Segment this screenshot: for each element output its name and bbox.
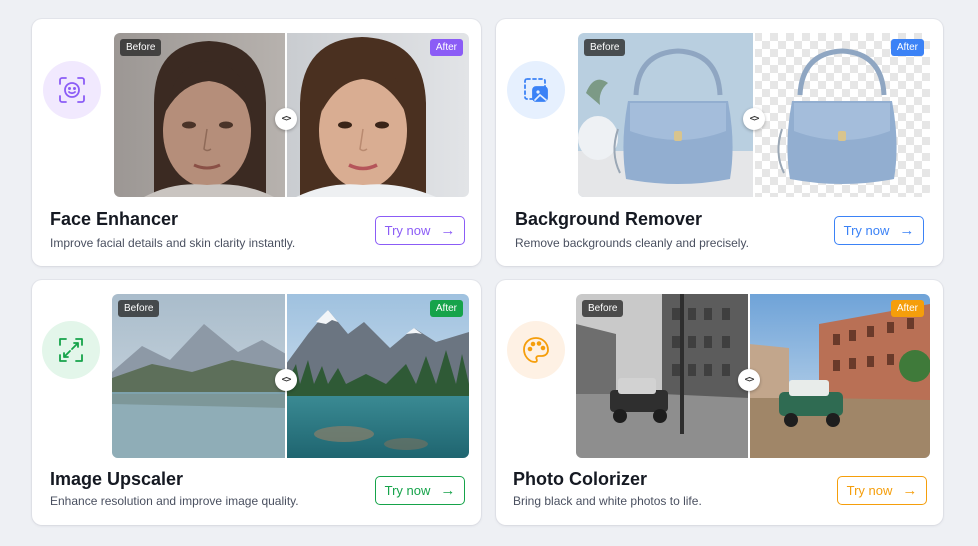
expand-icon <box>42 321 100 379</box>
button-label: Try now <box>384 483 431 498</box>
slider-handle[interactable]: <> <box>275 108 297 130</box>
card-title: Face Enhancer <box>50 209 179 229</box>
palette-icon <box>507 321 565 379</box>
before-badge: Before <box>582 300 624 317</box>
after-badge: After <box>890 300 924 317</box>
after-colorized-street-image <box>749 294 930 458</box>
cutout-icon <box>507 61 565 119</box>
arrow-right-icon: → <box>899 222 915 239</box>
after-bag-transparent-image <box>754 33 930 197</box>
face-comparison-slider[interactable]: <> Before After <box>114 33 469 197</box>
before-badge: Before <box>118 300 160 317</box>
before-badge: Before <box>584 39 626 56</box>
after-badge: After <box>429 39 463 56</box>
card-description: Improve facial details and skin clarity … <box>50 236 296 250</box>
arrow-right-icon: → <box>902 482 918 499</box>
try-now-button[interactable]: Try now → <box>375 216 465 245</box>
card-title: Photo Colorizer <box>513 469 647 489</box>
after-badge: After <box>890 39 924 56</box>
before-bag-image <box>578 33 754 197</box>
try-now-button[interactable]: Try now → <box>375 476 465 505</box>
button-label: Try now <box>843 223 890 238</box>
card-description: Bring black and white photos to life. <box>513 494 702 508</box>
card-description: Enhance resolution and improve image qua… <box>50 494 299 508</box>
landscape-comparison-slider[interactable]: <> Before After <box>112 294 469 458</box>
button-label: Try now <box>846 483 893 498</box>
before-blurry-landscape-image <box>112 294 286 458</box>
arrow-right-icon: → <box>440 482 456 499</box>
before-bw-street-image <box>576 294 749 458</box>
button-label: Try now <box>384 223 431 238</box>
background-remover-card: <> Before After Background Remover Remov… <box>496 19 943 266</box>
slider-handle[interactable]: <> <box>738 369 760 391</box>
after-badge: After <box>429 300 463 317</box>
try-now-button[interactable]: Try now → <box>834 216 924 245</box>
slider-handle[interactable]: <> <box>743 108 765 130</box>
bag-comparison-slider[interactable]: <> Before After <box>578 33 930 197</box>
before-badge: Before <box>120 39 162 56</box>
photo-colorizer-card: <> Before After Photo Colorizer Bring bl… <box>496 280 943 525</box>
after-face-image <box>286 33 469 197</box>
card-description: Remove backgrounds cleanly and precisely… <box>515 236 749 250</box>
slider-handle[interactable]: <> <box>275 369 297 391</box>
before-face-image <box>114 33 286 197</box>
face-enhancer-card: <> Before After Face Enhancer Improve fa… <box>32 19 481 266</box>
card-title: Image Upscaler <box>50 469 184 489</box>
image-upscaler-card: <> Before After Image Upscaler Enhance r… <box>32 280 481 525</box>
arrow-right-icon: → <box>440 222 456 239</box>
try-now-button[interactable]: Try now → <box>837 476 927 505</box>
street-comparison-slider[interactable]: <> Before After <box>576 294 930 458</box>
card-title: Background Remover <box>515 209 703 229</box>
face-scan-icon <box>43 61 101 119</box>
after-sharp-landscape-image <box>286 294 469 458</box>
